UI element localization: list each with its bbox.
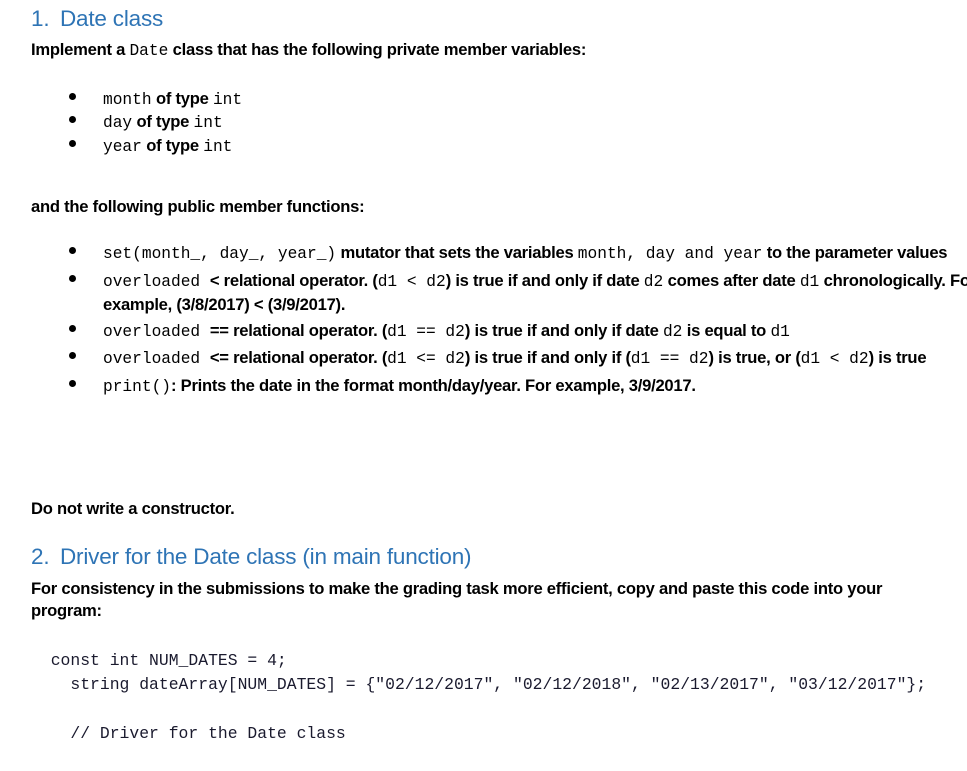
intro-code-date: Date — [129, 42, 169, 60]
member-of-type: of type — [141, 135, 204, 155]
member-name: month — [103, 91, 152, 109]
driver-code-block: const int NUM_DATES = 4; string dateArra… — [50, 651, 927, 743]
intro-text-b: class that has the following private mem… — [168, 40, 587, 59]
member-type: int — [193, 114, 223, 133]
function-desc-2: ) is true if and only if ( — [464, 348, 631, 368]
function-desc-2: to the parameter values — [762, 243, 948, 262]
list-item: overloaded < relational operator. (d1 < … — [0, 270, 967, 315]
member-of-type: of type — [132, 112, 194, 132]
function-operand-a: d2 — [662, 322, 683, 341]
function-desc-2: ) is true if and only if date — [464, 320, 663, 340]
member-name: year — [103, 137, 142, 156]
section-1-heading: 1. Date class — [31, 6, 931, 32]
function-vars: month, day and year — [577, 245, 763, 263]
function-keyword: overloaded — [103, 350, 210, 369]
bullet-dot-icon — [69, 116, 76, 124]
section-1-number: 1. — [31, 6, 50, 31]
function-signature: set(month_, day_, year_) — [103, 245, 337, 263]
section-2-intro-paragraph: For consistency in the submissions to ma… — [31, 579, 883, 620]
bullet-dot-icon — [69, 246, 76, 254]
member-of-type: of type — [151, 89, 213, 108]
function-operand-b: d1 — [770, 322, 790, 341]
list-item: year of type int — [0, 135, 960, 158]
list-item: day of type int — [0, 111, 960, 134]
function-desc-4: ) is true — [868, 348, 927, 368]
list-item: set(month_, day_, year_) mutator that se… — [0, 242, 967, 265]
list-item: overloaded == relational operator. (d1 =… — [0, 320, 967, 343]
list-item: print(): Prints the date in the format m… — [0, 375, 967, 398]
function-expr: d1 <= d2 — [387, 350, 465, 369]
section-2-heading: 2. Driver for the Date class (in main fu… — [31, 544, 961, 570]
function-desc: < relational operator. ( — [209, 271, 378, 291]
function-desc: : Prints the date in the format month/da… — [171, 375, 696, 395]
list-item: overloaded <= relational operator. (d1 <… — [0, 347, 967, 370]
no-constructor-note: Do not write a constructor. — [31, 499, 235, 518]
function-expr: d1 == d2 — [387, 322, 465, 341]
member-type: int — [203, 137, 233, 156]
member-name: day — [103, 114, 133, 133]
function-operand-a: d1 == d2 — [630, 350, 709, 369]
function-desc: == relational operator. ( — [209, 320, 388, 340]
section-2-number: 2. — [31, 544, 50, 569]
function-operand-b: d1 < d2 — [800, 350, 869, 369]
function-expr: d1 < d2 — [377, 273, 446, 292]
bullet-dot-icon — [69, 352, 76, 360]
intro-text-a: Implement a — [31, 40, 130, 59]
bullet-dot-icon — [69, 275, 76, 283]
function-keyword: overloaded — [103, 273, 210, 292]
bullet-dot-icon — [69, 139, 76, 147]
bullet-dot-icon — [69, 324, 76, 332]
member-functions-list: set(month_, day_, year_) mutator that se… — [0, 242, 967, 398]
section-1-intro-paragraph: Implement a Date class that has the foll… — [31, 39, 961, 62]
function-desc-3: ) is true, or ( — [708, 348, 801, 368]
bullet-dot-icon — [69, 92, 76, 100]
function-operand-a: d2 — [643, 273, 664, 292]
function-keyword: overloaded — [103, 322, 210, 341]
member-type: int — [212, 91, 243, 109]
function-desc: mutator that sets the variables — [336, 243, 578, 262]
document-page: 1. Date class Implement a Date class tha… — [0, 0, 967, 771]
function-desc-2: ) is true if and only if date — [445, 271, 644, 291]
function-desc-3: is equal to — [682, 320, 771, 340]
function-desc: <= relational operator. ( — [209, 348, 388, 368]
function-signature: print() — [103, 377, 171, 396]
list-item: month of type int — [0, 88, 960, 111]
member-variables-list: month of type int day of type int year o… — [0, 88, 960, 158]
function-desc-3: comes after date — [663, 271, 800, 291]
bullet-dot-icon — [69, 379, 76, 387]
function-operand-b: d1 — [799, 273, 820, 292]
section-1-title: Date class — [60, 6, 164, 31]
section-2-title: Driver for the Date class (in main funct… — [60, 544, 472, 569]
member-functions-lead: and the following public member function… — [31, 197, 365, 216]
